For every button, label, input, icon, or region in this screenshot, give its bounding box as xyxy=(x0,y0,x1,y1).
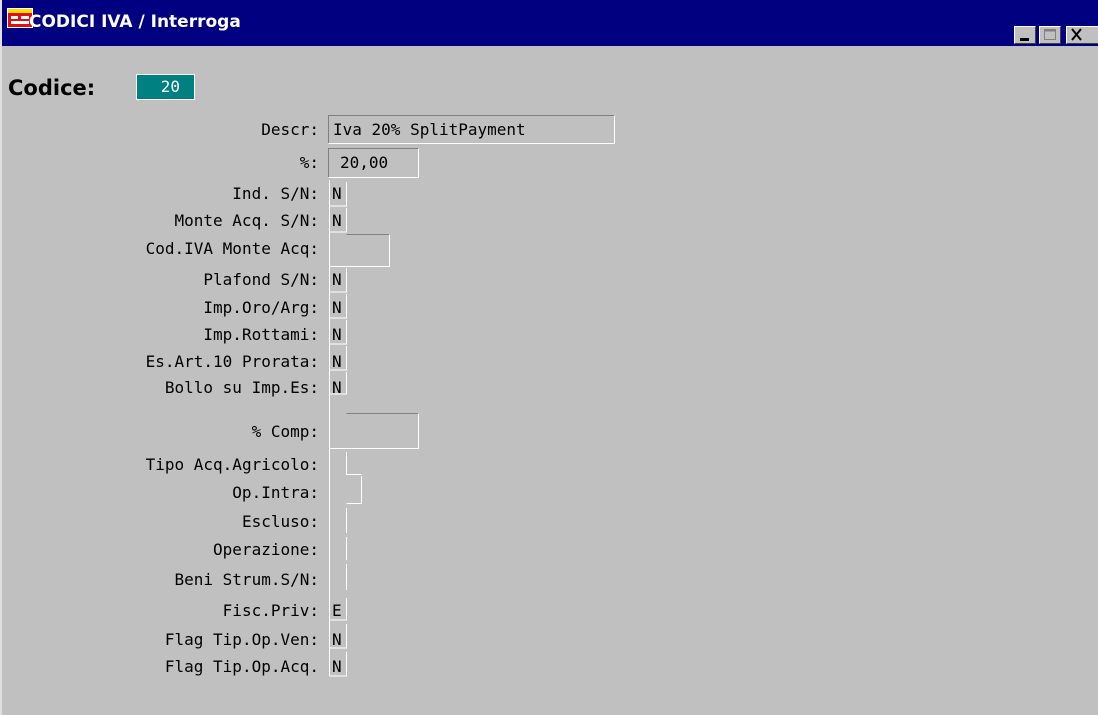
field-flag-tip-op-ven[interactable]: N xyxy=(332,630,342,649)
label-imp-rottami: Imp.Rottami: xyxy=(203,325,319,344)
label-ind: Ind. S/N: xyxy=(232,184,319,203)
label-descr: Descr: xyxy=(261,120,319,139)
label-beni-strum: Beni Strum.S/N: xyxy=(174,570,320,589)
field-monte-acq[interactable]: N xyxy=(332,211,342,230)
field-bollo-imp-es[interactable]: N xyxy=(332,378,342,397)
label-op-intra: Op.Intra: xyxy=(232,483,319,502)
label-es-art10-prorata: Es.Art.10 Prorata: xyxy=(145,352,319,371)
field-es-art10-prorata[interactable]: N xyxy=(332,352,342,371)
field-ind[interactable]: N xyxy=(332,184,342,203)
field-flag-tip-op-acq[interactable]: N xyxy=(332,657,342,676)
label-flag-tip-op-acq: Flag Tip.Op.Acq. xyxy=(164,657,319,676)
field-plafond[interactable]: N xyxy=(332,270,342,289)
application-window: CODICI IVA / Interroga Codice: 20 Descr:… xyxy=(0,0,1098,715)
label-escluso: Escluso: xyxy=(241,512,319,531)
field-fisc-priv[interactable]: E xyxy=(332,601,342,620)
field-descr[interactable]: Iva 20% SplitPayment xyxy=(333,120,526,139)
field-percent[interactable]: 20,00 xyxy=(340,153,388,172)
field-imp-oro-arg[interactable]: N xyxy=(332,298,342,317)
label-cod-iva-monte-acq: Cod.IVA Monte Acq: xyxy=(145,239,319,258)
label-imp-oro-arg: Imp.Oro/Arg: xyxy=(203,298,319,317)
label-comp: % Comp: xyxy=(251,422,319,441)
label-flag-tip-op-ven: Flag Tip.Op.Ven: xyxy=(164,630,319,649)
label-fisc-priv: Fisc.Priv: xyxy=(222,601,319,620)
label-monte-acq: Monte Acq. S/N: xyxy=(174,211,320,230)
label-tipo-acq-agricolo: Tipo Acq.Agricolo: xyxy=(145,455,319,474)
label-percent: %: xyxy=(299,153,319,172)
label-operazione: Operazione: xyxy=(213,540,319,559)
label-plafond: Plafond S/N: xyxy=(203,270,319,289)
field-imp-rottami[interactable]: N xyxy=(332,325,342,344)
label-bollo-imp-es: Bollo su Imp.Es: xyxy=(164,378,319,397)
